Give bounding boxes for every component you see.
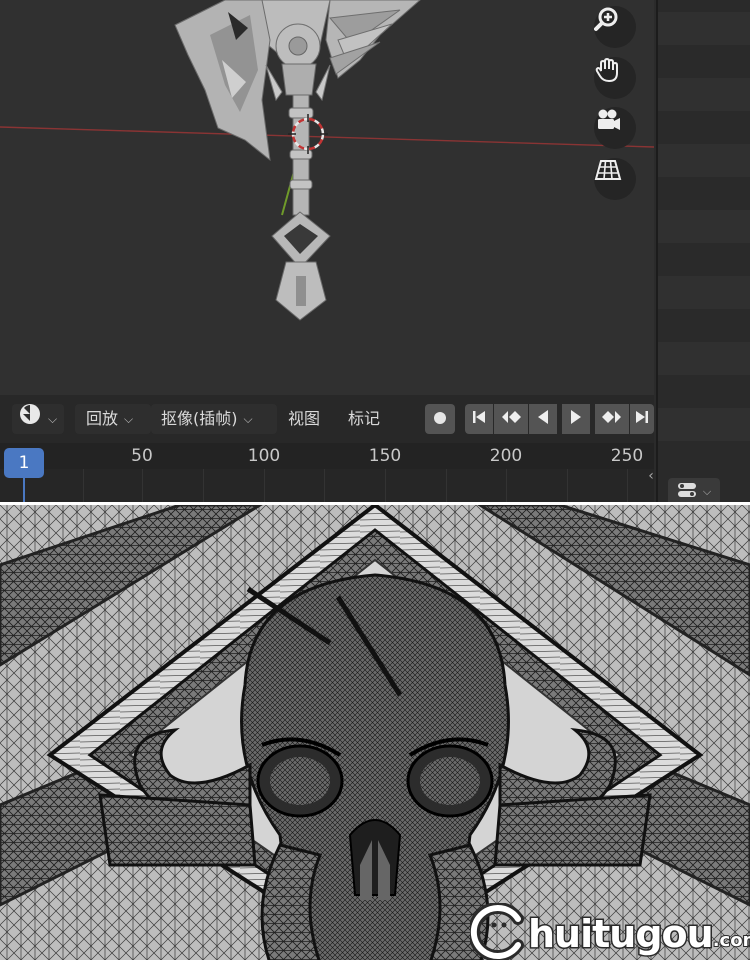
watermark-logo: huitugou .com <box>467 902 750 960</box>
chevron-down-icon: ⌵ <box>702 485 712 498</box>
model-axe-blade <box>174 0 271 162</box>
blender-window: ⌵ 回放 ⌵ 抠像(插帧) ⌵ 视图 标记 50 100 150 200 250… <box>0 0 750 502</box>
timeline-header: ⌵ 回放 ⌵ 抠像(插帧) ⌵ 视图 标记 <box>0 395 654 443</box>
chevron-down-icon: ⌵ <box>48 412 58 426</box>
marker-menu[interactable]: 标记 <box>348 404 390 434</box>
keying-menu-label: 抠像(插帧) <box>161 409 238 428</box>
watermark-text: huitugou <box>527 911 716 958</box>
next-keyframe-icon <box>600 409 624 429</box>
editor-type-button[interactable]: ⌵ <box>12 404 64 434</box>
x-axis-line <box>0 126 654 148</box>
marker-menu-label: 标记 <box>348 409 381 428</box>
viewport-scene <box>0 0 654 321</box>
chevron-down-icon: ⌵ <box>243 412 253 426</box>
jump-end-icon <box>634 409 650 429</box>
zoom-icon[interactable] <box>594 6 636 48</box>
frame-ruler[interactable]: 50 100 150 200 250 <box>0 443 654 469</box>
clock-icon <box>18 402 42 436</box>
grid-perspective-icon[interactable] <box>594 158 636 200</box>
watermark-suffix: .com <box>712 929 750 952</box>
jump-end-button[interactable] <box>630 404 654 434</box>
current-frame-indicator[interactable]: 1 <box>4 448 44 478</box>
model-pommel <box>271 211 331 321</box>
record-button[interactable] <box>425 404 455 434</box>
timeline-editor: ⌵ 回放 ⌵ 抠像(插帧) ⌵ 视图 标记 50 100 150 200 250 <box>0 395 654 502</box>
tick-label: 100 <box>247 446 281 466</box>
model-wing <box>249 0 421 79</box>
properties-panel: ‹ ⌵ <box>648 0 750 502</box>
playhead[interactable] <box>23 478 25 502</box>
wireframe-skull-scene <box>0 505 750 960</box>
collapse-arrow-icon[interactable]: ‹ <box>644 466 658 486</box>
model-shaft <box>288 94 314 216</box>
record-dot-icon <box>433 410 447 429</box>
playback-menu[interactable]: 回放 ⌵ <box>75 404 151 434</box>
prev-keyframe-icon <box>499 409 523 429</box>
wireframe-render <box>0 502 750 960</box>
playback-menu-label: 回放 <box>86 409 119 428</box>
keyframe-track-area[interactable] <box>0 469 654 502</box>
play-reverse-icon <box>535 409 551 429</box>
play-reverse-button[interactable] <box>529 404 557 434</box>
keying-menu[interactable]: 抠像(插帧) ⌵ <box>151 404 277 434</box>
play-button[interactable] <box>562 404 590 434</box>
jump-start-icon <box>471 409 487 429</box>
3d-viewport[interactable] <box>0 0 654 395</box>
hand-pan-icon[interactable] <box>594 57 636 99</box>
jump-start-button[interactable] <box>465 404 493 434</box>
tick-label: 250 <box>610 446 644 466</box>
camera-icon[interactable] <box>594 107 636 149</box>
tick-label: 200 <box>489 446 523 466</box>
view-menu-label: 视图 <box>288 409 321 428</box>
display-mode-button[interactable]: ⌵ <box>668 478 720 502</box>
toggle-icon <box>677 481 699 502</box>
tick-label: 150 <box>368 446 402 466</box>
chevron-down-icon: ⌵ <box>124 412 134 426</box>
prev-keyframe-button[interactable] <box>494 404 528 434</box>
next-keyframe-button[interactable] <box>595 404 629 434</box>
play-icon <box>568 409 584 429</box>
tick-label: 50 <box>131 446 153 466</box>
view-menu[interactable]: 视图 <box>288 404 330 434</box>
watermark-c-icon <box>467 902 528 960</box>
